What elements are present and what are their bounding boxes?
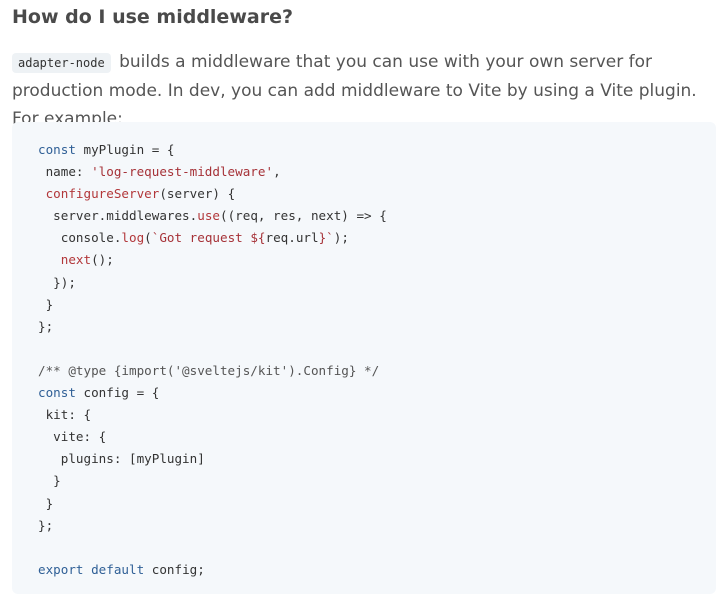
code-line: ​ — [38, 338, 716, 360]
code-token: server.middlewares. — [38, 208, 198, 224]
code-token: } — [38, 495, 54, 511]
code-token: next — [60, 252, 92, 268]
code-token: default — [91, 561, 145, 577]
code-token: kit: { — [38, 407, 92, 423]
intro-text: builds a middleware that you can use wit… — [12, 52, 697, 129]
code-token: plugins: [myPlugin] — [38, 451, 205, 467]
inline-code-adapter-node: adapter-node — [12, 53, 111, 73]
code-token: log — [121, 230, 145, 246]
code-token: }); — [38, 274, 76, 290]
code-token: } — [38, 296, 54, 312]
code-line: } — [38, 470, 716, 492]
code-line: }); — [38, 272, 716, 294]
code-line: } — [38, 294, 716, 316]
code-token: req.url — [265, 230, 319, 246]
code-token: console. — [38, 230, 122, 246]
code-line: vite: { — [38, 426, 716, 448]
code-line: kit: { — [38, 404, 716, 426]
code-token: myPlugin = { — [75, 142, 175, 157]
code-line: console.log(`Got request ${req.url}`); — [38, 227, 716, 249]
code-token: }; — [38, 318, 54, 334]
faq-section: How do I use middleware? adapter-node bu… — [0, 0, 726, 605]
code-line: }; — [38, 515, 716, 537]
code-token: const — [38, 142, 76, 157]
intro-paragraph: adapter-node builds a middleware that yo… — [12, 48, 712, 133]
code-token: } — [38, 473, 61, 489]
code-token: (server) { — [159, 186, 236, 202]
code-token: const — [38, 385, 76, 401]
code-token: `Got request ${ — [151, 230, 266, 246]
code-line: const config = { — [38, 382, 716, 404]
code-token: (); — [91, 252, 114, 268]
code-line: const myPlugin = { — [38, 139, 716, 161]
code-token: configureServer — [45, 186, 160, 202]
code-token: name: — [38, 164, 92, 180]
code-token: config = { — [75, 385, 160, 401]
section-heading: How do I use middleware? — [12, 6, 293, 28]
code-token: /** @type {import('@sveltejs/kit').Confi… — [38, 362, 380, 378]
code-token: 'log-request-middleware' — [91, 164, 274, 180]
code-token: }; — [38, 517, 54, 533]
code-line: plugins: [myPlugin] — [38, 448, 716, 470]
code-content: const myPlugin = { name: 'log-request-mi… — [38, 139, 716, 581]
code-token: use — [197, 208, 220, 224]
code-line: /** @type {import('@sveltejs/kit').Confi… — [38, 360, 716, 382]
code-line: export default config; — [38, 559, 716, 581]
code-line: }; — [38, 316, 716, 338]
code-line: } — [38, 493, 716, 515]
code-line: name: 'log-request-middleware', — [38, 161, 716, 183]
code-token: , — [273, 164, 281, 180]
code-line: ​ — [38, 537, 716, 559]
code-token: ((req, res, next) => { — [219, 208, 387, 224]
code-line: next(); — [38, 249, 716, 271]
code-token: vite: { — [38, 429, 107, 445]
code-token: ( — [144, 230, 152, 246]
code-block[interactable]: const myPlugin = { name: 'log-request-mi… — [12, 122, 716, 594]
code-token: }` — [318, 230, 334, 246]
code-line: server.middlewares.use((req, res, next) … — [38, 205, 716, 227]
code-token: ); — [333, 230, 349, 246]
code-token: config; — [144, 561, 205, 577]
code-line: configureServer(server) { — [38, 183, 716, 205]
code-token: export — [38, 561, 84, 577]
